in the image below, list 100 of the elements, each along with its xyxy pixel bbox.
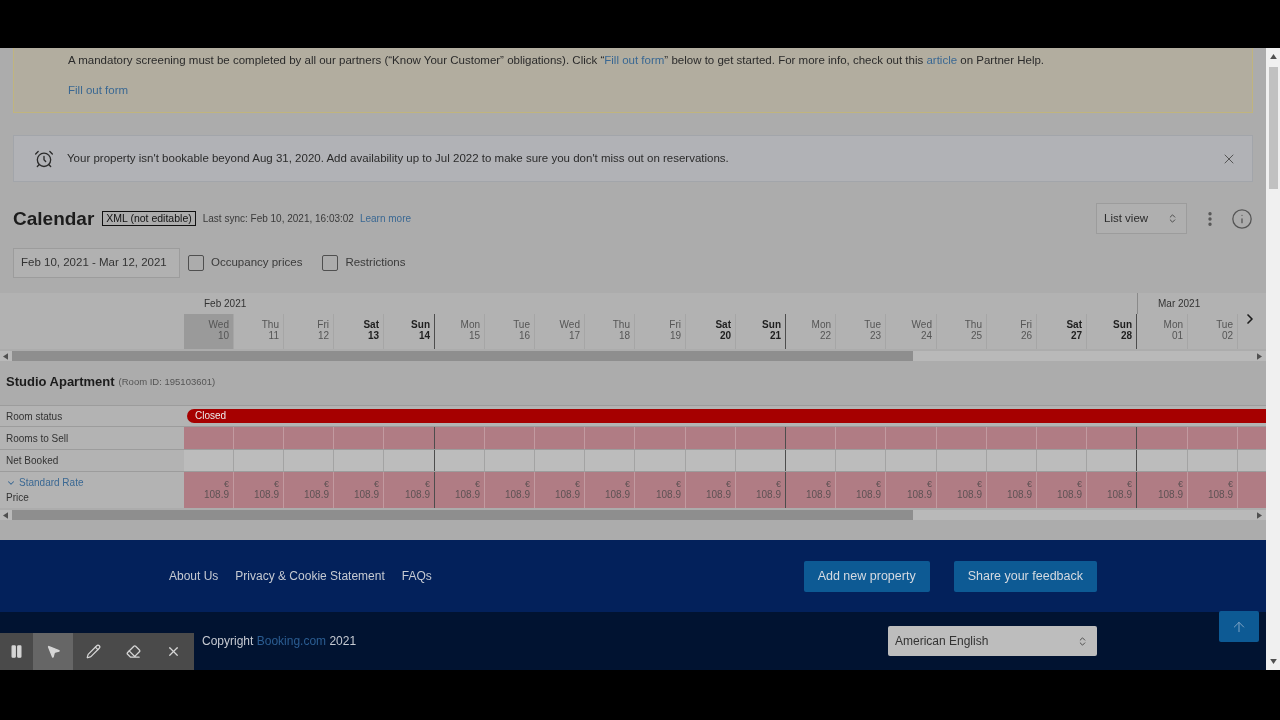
grid-cell[interactable] bbox=[1037, 450, 1087, 471]
grid-cell[interactable] bbox=[184, 427, 234, 449]
grid-cell[interactable] bbox=[786, 427, 836, 449]
scrollbar-thumb[interactable] bbox=[1268, 67, 1278, 189]
scroll-down-arrow-icon[interactable] bbox=[1269, 659, 1277, 664]
price-cell[interactable]: € 108.9 bbox=[987, 472, 1037, 508]
grid-cell[interactable] bbox=[384, 427, 435, 449]
price-cell[interactable] bbox=[1238, 472, 1266, 508]
grid-cell[interactable] bbox=[284, 427, 334, 449]
grid-cell[interactable] bbox=[234, 450, 284, 471]
date-range-field[interactable]: Feb 10, 2021 - Mar 12, 2021 bbox=[13, 248, 180, 278]
grid-cell[interactable] bbox=[886, 427, 937, 449]
price-cell[interactable]: € 108.9 bbox=[435, 472, 485, 508]
grid-cell[interactable] bbox=[937, 427, 987, 449]
price-cell[interactable]: € 108.9 bbox=[836, 472, 886, 508]
grid-cell[interactable] bbox=[1238, 450, 1266, 471]
scroll-left-arrow-icon[interactable] bbox=[3, 352, 8, 360]
footer-button[interactable]: Share your feedback bbox=[953, 560, 1097, 592]
price-cell[interactable]: € 108.9 bbox=[937, 472, 987, 508]
grid-cell[interactable] bbox=[1238, 427, 1266, 449]
price-cell[interactable]: € 108.9 bbox=[635, 472, 686, 508]
price-cell[interactable]: € 108.9 bbox=[585, 472, 635, 508]
price-cell[interactable]: € 108.9 bbox=[686, 472, 736, 508]
room-status-bar[interactable]: Closed bbox=[187, 409, 1266, 423]
grid-cell[interactable] bbox=[1137, 450, 1188, 471]
price-cell[interactable]: € 108.9 bbox=[786, 472, 836, 508]
checkbox-label[interactable]: Restrictions bbox=[345, 254, 406, 272]
fill-out-form-link[interactable]: Fill out form bbox=[68, 83, 129, 98]
price-cell[interactable]: € 108.9 bbox=[886, 472, 937, 508]
grid-cell[interactable] bbox=[886, 450, 937, 471]
rate-toggle[interactable]: Standard Rate bbox=[6, 476, 184, 489]
grid-cell[interactable] bbox=[1137, 427, 1188, 449]
price-cell[interactable]: € 108.9 bbox=[1137, 472, 1188, 508]
grid-cell[interactable] bbox=[1188, 427, 1238, 449]
price-cell[interactable]: € 108.9 bbox=[184, 472, 234, 508]
price-cell[interactable]: € 108.9 bbox=[485, 472, 535, 508]
grid-cell[interactable] bbox=[184, 450, 234, 471]
checkbox[interactable] bbox=[322, 255, 339, 271]
grid-cell[interactable] bbox=[836, 427, 886, 449]
scroll-up-arrow-icon[interactable] bbox=[1269, 54, 1277, 59]
scroll-left-arrow-icon[interactable] bbox=[3, 511, 8, 519]
grid-cell[interactable] bbox=[585, 427, 635, 449]
grid-cell[interactable] bbox=[1087, 450, 1137, 471]
view-select[interactable]: List view bbox=[1096, 203, 1187, 234]
scrollbar-thumb[interactable] bbox=[12, 351, 913, 361]
price-cell[interactable]: € 108.9 bbox=[1037, 472, 1087, 508]
grid-cell[interactable] bbox=[736, 450, 786, 471]
info-icon[interactable] bbox=[1231, 207, 1253, 230]
grid-cell[interactable] bbox=[535, 427, 585, 449]
checkbox[interactable] bbox=[188, 255, 204, 271]
grid-cell[interactable] bbox=[485, 427, 535, 449]
language-select[interactable]: American English bbox=[888, 626, 1097, 656]
grid-cell[interactable] bbox=[435, 450, 485, 471]
grid-cell[interactable] bbox=[1188, 450, 1238, 471]
grid-cell[interactable] bbox=[987, 427, 1037, 449]
grid-cell[interactable] bbox=[435, 427, 485, 449]
price-cell[interactable]: € 108.9 bbox=[535, 472, 585, 508]
grid-cell[interactable] bbox=[334, 427, 384, 449]
scroll-right-arrow-icon[interactable] bbox=[1257, 352, 1262, 360]
price-cell[interactable]: € 108.9 bbox=[334, 472, 384, 508]
pointer-tool-button[interactable] bbox=[33, 633, 73, 670]
footer-button[interactable]: Add new property bbox=[803, 560, 930, 592]
footer-link[interactable]: Privacy & Cookie Statement bbox=[235, 567, 385, 585]
grid-cell[interactable] bbox=[1037, 427, 1087, 449]
grid-cell[interactable] bbox=[585, 450, 635, 471]
grid-cell[interactable] bbox=[384, 450, 435, 471]
learn-more-link[interactable]: Learn more bbox=[359, 211, 412, 226]
price-cell[interactable]: € 108.9 bbox=[1087, 472, 1137, 508]
price-cell[interactable]: € 108.9 bbox=[736, 472, 786, 508]
grid-cell[interactable] bbox=[485, 450, 535, 471]
price-cell[interactable]: € 108.9 bbox=[234, 472, 284, 508]
inline-link[interactable]: Fill out form bbox=[604, 54, 665, 66]
booking-link[interactable]: Booking.com bbox=[256, 634, 327, 648]
grid-cell[interactable] bbox=[686, 450, 736, 471]
checkbox-label[interactable]: Occupancy prices bbox=[211, 254, 303, 272]
footer-link[interactable]: About Us bbox=[169, 567, 219, 585]
price-cell[interactable]: € 108.9 bbox=[284, 472, 334, 508]
horizontal-scrollbar[interactable] bbox=[0, 510, 1266, 520]
grid-cell[interactable] bbox=[686, 427, 736, 449]
horizontal-scrollbar[interactable] bbox=[0, 351, 1266, 361]
scroll-to-top-button[interactable] bbox=[1219, 611, 1259, 642]
price-cell[interactable]: € 108.9 bbox=[384, 472, 435, 508]
scroll-right-arrow-icon[interactable] bbox=[1257, 511, 1262, 519]
price-cell[interactable]: € 108.9 bbox=[1188, 472, 1238, 508]
grid-cell[interactable] bbox=[234, 427, 284, 449]
grid-cell[interactable] bbox=[334, 450, 384, 471]
grid-cell[interactable] bbox=[987, 450, 1037, 471]
grid-cell[interactable] bbox=[535, 450, 585, 471]
grid-cell[interactable] bbox=[937, 450, 987, 471]
grid-cell[interactable] bbox=[635, 427, 686, 449]
grid-cell[interactable] bbox=[786, 450, 836, 471]
grid-cell[interactable] bbox=[635, 450, 686, 471]
footer-link[interactable]: FAQs bbox=[401, 567, 432, 585]
page-scrollbar[interactable] bbox=[1266, 48, 1280, 670]
grid-cell[interactable] bbox=[736, 427, 786, 449]
inline-link[interactable]: article bbox=[926, 54, 958, 66]
grid-cell[interactable] bbox=[284, 450, 334, 471]
grid-cell[interactable] bbox=[1087, 427, 1137, 449]
grid-cell[interactable] bbox=[836, 450, 886, 471]
scrollbar-thumb[interactable] bbox=[12, 510, 913, 520]
